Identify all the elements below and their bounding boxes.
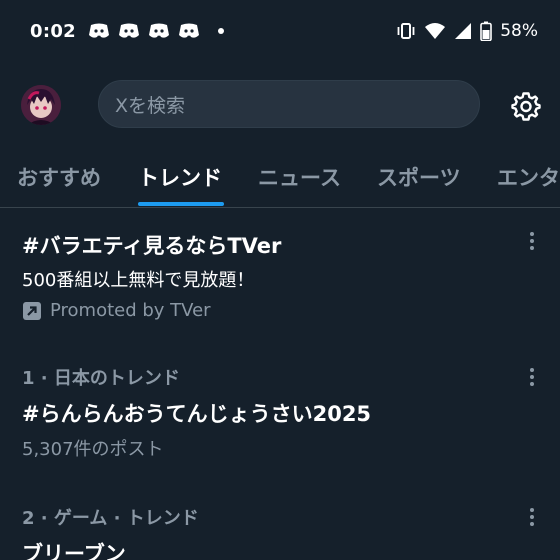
status-bar: 0:02 58% [0, 0, 560, 62]
more-options-button[interactable] [522, 364, 542, 390]
trend-title: #らんらんおうてんじょうさい2025 [22, 402, 372, 426]
status-bar-left: 0:02 [30, 21, 224, 42]
trend-meta: 2 · ゲーム · トレンド [22, 508, 199, 529]
tab-bar: おすすめ トレンド ニュース スポーツ エンタ [0, 150, 560, 208]
discord-icon [148, 23, 169, 38]
gear-icon [511, 92, 541, 121]
screen: 0:02 58% Xを検索 おすすめ トレンド ニュース スポーツ エンタ #バ… [0, 0, 560, 560]
tab-sports[interactable]: スポーツ [377, 162, 461, 192]
tab-entertainment[interactable]: エンタ [497, 162, 560, 192]
cell-signal-icon [455, 23, 472, 39]
trend-post-count: 5,307件のポスト [22, 439, 164, 460]
avatar[interactable] [21, 85, 61, 125]
promoted-trend[interactable]: #バラエティ見るならTVer 500番組以上無料で見放題！ Promoted b… [0, 226, 560, 326]
search-input[interactable]: Xを検索 [98, 80, 480, 128]
tab-trending[interactable]: トレンド [138, 162, 222, 192]
discord-icon [118, 23, 139, 38]
trend-title: ブリーブン [22, 542, 126, 560]
promoted-description: 500番組以上無料で見放題！ [22, 270, 255, 291]
trend-meta: 1 · 日本のトレンド [22, 368, 180, 389]
more-options-button[interactable] [522, 504, 542, 530]
active-tab-indicator [138, 202, 224, 206]
wifi-icon [425, 23, 446, 39]
trend-item[interactable]: 1 · 日本のトレンド #らんらんおうてんじょうさい2025 5,307件のポス… [0, 362, 560, 462]
promoted-label: Promoted by TVer [22, 300, 211, 321]
app-header: Xを検索 [0, 78, 560, 132]
battery-percent: 58% [500, 21, 538, 41]
more-options-button[interactable] [522, 228, 542, 254]
battery-icon [480, 21, 493, 41]
search-placeholder: Xを検索 [115, 94, 186, 117]
vibrate-icon [397, 23, 415, 39]
trend-title: #バラエティ見るならTVer [22, 234, 282, 258]
promoted-by-text: Promoted by TVer [50, 300, 211, 321]
discord-icon [178, 23, 199, 38]
settings-button[interactable] [508, 88, 544, 124]
discord-icon [88, 23, 109, 38]
tab-news[interactable]: ニュース [258, 162, 341, 192]
trend-item[interactable]: 2 · ゲーム · トレンド ブリーブン [0, 502, 560, 560]
avatar-image [21, 85, 61, 125]
status-bar-right: 58% [396, 21, 538, 41]
tab-recommended[interactable]: おすすめ [17, 162, 101, 192]
more-notifications-dot [217, 28, 224, 34]
status-time: 0:02 [30, 20, 76, 42]
promoted-icon [23, 301, 41, 320]
